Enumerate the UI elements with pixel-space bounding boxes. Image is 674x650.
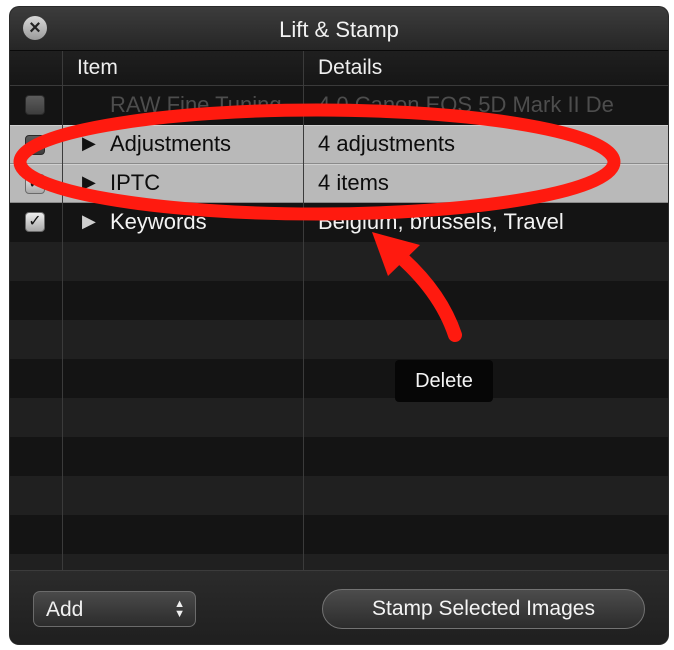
disclosure-triangle-icon[interactable]: ▶: [82, 133, 96, 154]
column-header-details[interactable]: Details: [318, 56, 382, 80]
empty-row: [10, 281, 668, 320]
lift-stamp-window: × Lift & Stamp Item Details ✓ ✓ RAW Fine: [10, 7, 668, 644]
table-header: Item Details: [10, 51, 668, 86]
add-popup-button[interactable]: Add ▲ ▼: [33, 591, 196, 627]
disclosure-triangle-icon[interactable]: ▶: [82, 211, 96, 232]
disclosure-triangle-icon[interactable]: ▶: [82, 172, 96, 193]
delete-tooltip: Delete: [395, 360, 493, 402]
column-header-item[interactable]: Item: [77, 56, 118, 80]
empty-row: [10, 554, 668, 570]
row-item-label: IPTC: [110, 170, 161, 195]
metadata-table: ✓ ✓ RAW Fine Tuning 4.0 Canon EOS 5D Mar…: [10, 86, 668, 570]
empty-row: [10, 359, 668, 398]
row-adjustments: ▶ Adjustments 4 adjustments: [10, 125, 668, 164]
window-title: Lift & Stamp: [279, 17, 399, 42]
row-details-label: Belgium, brussels, Travel: [318, 209, 564, 234]
row-item-label: Keywords: [110, 209, 207, 234]
empty-row: [10, 320, 668, 359]
row-iptc: ▶ IPTC 4 items: [10, 164, 668, 203]
stamp-selected-images-button[interactable]: Stamp Selected Images: [322, 589, 645, 629]
empty-row: [10, 242, 668, 281]
title-bar: × Lift & Stamp: [10, 7, 668, 51]
row-details-label: 4.0 Canon EOS 5D Mark II De: [318, 92, 614, 117]
row-details-label: 4 items: [318, 170, 389, 195]
row-item-label: Adjustments: [110, 131, 232, 156]
column-divider: [62, 51, 63, 570]
row-raw-fine-tuning: RAW Fine Tuning 4.0 Canon EOS 5D Mark II…: [10, 86, 668, 125]
empty-row: [10, 398, 668, 437]
row-item-label: RAW Fine Tuning: [110, 92, 282, 117]
empty-row: [10, 515, 668, 554]
row-details-label: 4 adjustments: [318, 131, 455, 156]
row-keywords: ▶ Keywords Belgium, brussels, Travel: [10, 203, 668, 242]
empty-row: [10, 476, 668, 515]
footer-bar: Add ▲ ▼ Stamp Selected Images: [10, 570, 668, 644]
updown-arrows-icon: ▲ ▼: [174, 598, 185, 620]
column-divider[interactable]: [303, 51, 304, 570]
empty-row: [10, 437, 668, 476]
add-label: Add: [46, 598, 84, 621]
